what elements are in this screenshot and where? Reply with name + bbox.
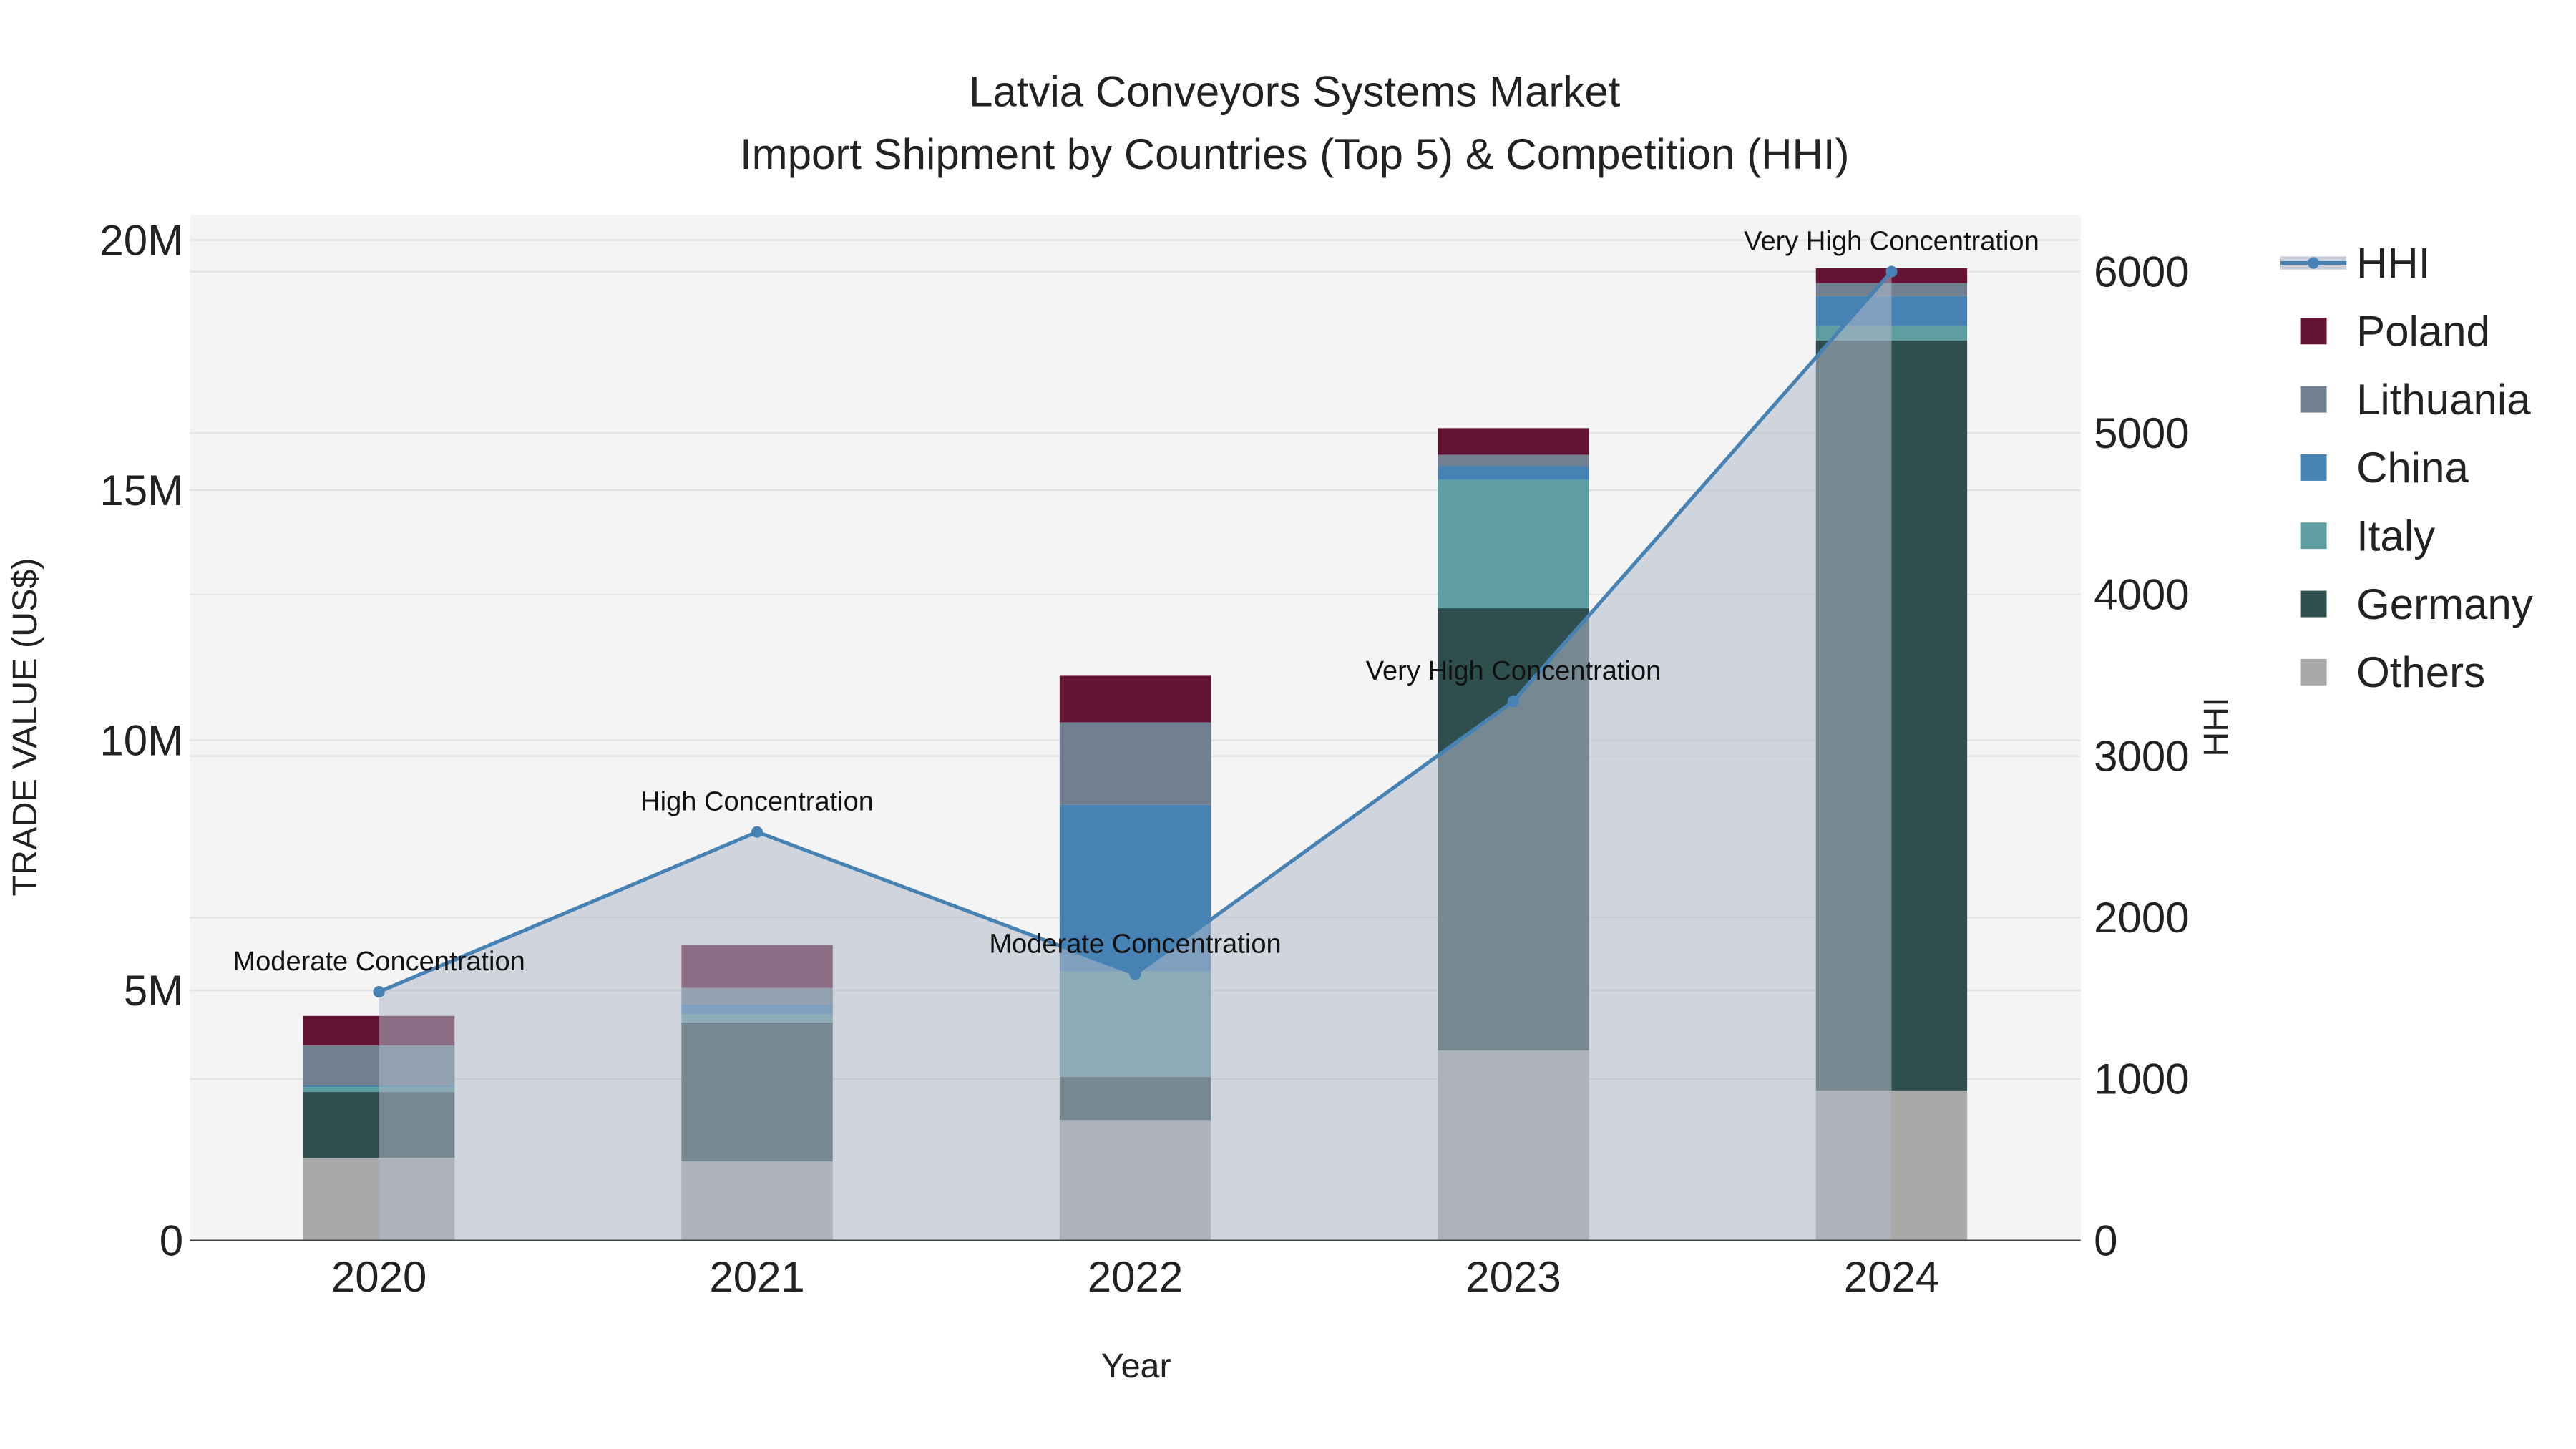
bar-poland-2022[interactable] xyxy=(1059,675,1211,723)
legend-swatch xyxy=(2300,658,2327,686)
hhi-point-2023[interactable] xyxy=(1507,695,1520,707)
bar-italy-2023[interactable] xyxy=(1438,479,1589,609)
legend-item-lithuania[interactable]: Lithuania xyxy=(2300,376,2532,424)
x-tick-label: 2022 xyxy=(1088,1253,1183,1301)
legend: HHI Poland Lithuania China Italy Germany Other… xyxy=(2280,239,2533,696)
legend-item-others[interactable]: Others xyxy=(2300,648,2486,696)
hhi-point-2024[interactable] xyxy=(1885,265,1898,278)
x-axis-title: Year xyxy=(1101,1347,1171,1385)
bar-lithuania-2022[interactable] xyxy=(1059,722,1211,805)
x-tick-label: 2021 xyxy=(709,1253,804,1301)
hhi-point-2022[interactable] xyxy=(1129,968,1141,980)
legend-swatch xyxy=(2300,522,2327,550)
hhi-annotation: Moderate Concentration xyxy=(233,947,525,977)
legend-label: Poland xyxy=(2356,308,2490,356)
y2-tick-label: 1000 xyxy=(2094,1055,2189,1103)
legend-swatch xyxy=(2300,386,2327,413)
y-tick-label: 5M xyxy=(124,967,183,1015)
bar-poland-2023[interactable] xyxy=(1438,428,1589,455)
legend-swatch xyxy=(2300,454,2327,481)
chart-title-line1: Latvia Conveyors Systems Market xyxy=(969,67,1621,115)
bar-china-2023[interactable] xyxy=(1438,466,1589,480)
y2-tick-label: 0 xyxy=(2094,1216,2117,1264)
bar-lithuania-2023[interactable] xyxy=(1438,454,1589,467)
chart-title-line2: Import Shipment by Countries (Top 5) & C… xyxy=(740,130,1850,178)
hhi-point-2020[interactable] xyxy=(373,986,385,998)
y2-axis-title: HHI xyxy=(2197,697,2235,756)
hhi-annotation: Very High Concentration xyxy=(1744,227,2039,257)
legend-label: Italy xyxy=(2356,512,2435,560)
y2-tick-label: 4000 xyxy=(2094,571,2189,619)
legend-label: Germany xyxy=(2356,580,2533,628)
hhi-annotation: High Concentration xyxy=(640,787,874,817)
y2-tick-label: 2000 xyxy=(2094,894,2189,942)
y-tick-label: 10M xyxy=(99,716,183,764)
y2-tick-label: 3000 xyxy=(2094,732,2189,780)
x-tick-label: 2024 xyxy=(1844,1253,1939,1301)
y2-tick-label: 6000 xyxy=(2094,248,2189,296)
legend-item-italy[interactable]: Italy xyxy=(2300,512,2436,560)
hhi-annotation: Moderate Concentration xyxy=(989,929,1281,959)
x-tick-label: 2020 xyxy=(331,1253,426,1301)
y-tick-label: 20M xyxy=(99,216,183,264)
legend-item-china[interactable]: China xyxy=(2300,444,2469,492)
legend-item-germany[interactable]: Germany xyxy=(2300,580,2533,628)
y-tick-label: 15M xyxy=(99,467,183,514)
legend-label: China xyxy=(2356,444,2469,492)
x-tick-label: 2023 xyxy=(1465,1253,1561,1301)
hhi-point-2021[interactable] xyxy=(751,826,763,838)
legend-label: Others xyxy=(2356,648,2485,696)
hhi-annotation: Very High Concentration xyxy=(1366,656,1662,686)
y-tick-label: 0 xyxy=(160,1216,183,1264)
y-axis-title: TRADE VALUE (US$) xyxy=(6,557,44,896)
legend-marker xyxy=(2308,257,2320,269)
y2-tick-label: 5000 xyxy=(2094,409,2189,457)
chart: Moderate Concentration High Concentration… xyxy=(6,67,2533,1385)
legend-label: HHI xyxy=(2356,239,2430,287)
legend-item-hhi[interactable]: HHI xyxy=(2280,239,2430,287)
legend-swatch xyxy=(2300,590,2327,618)
legend-item-poland[interactable]: Poland xyxy=(2300,308,2490,356)
legend-label: Lithuania xyxy=(2356,376,2531,424)
legend-swatch xyxy=(2300,318,2327,345)
